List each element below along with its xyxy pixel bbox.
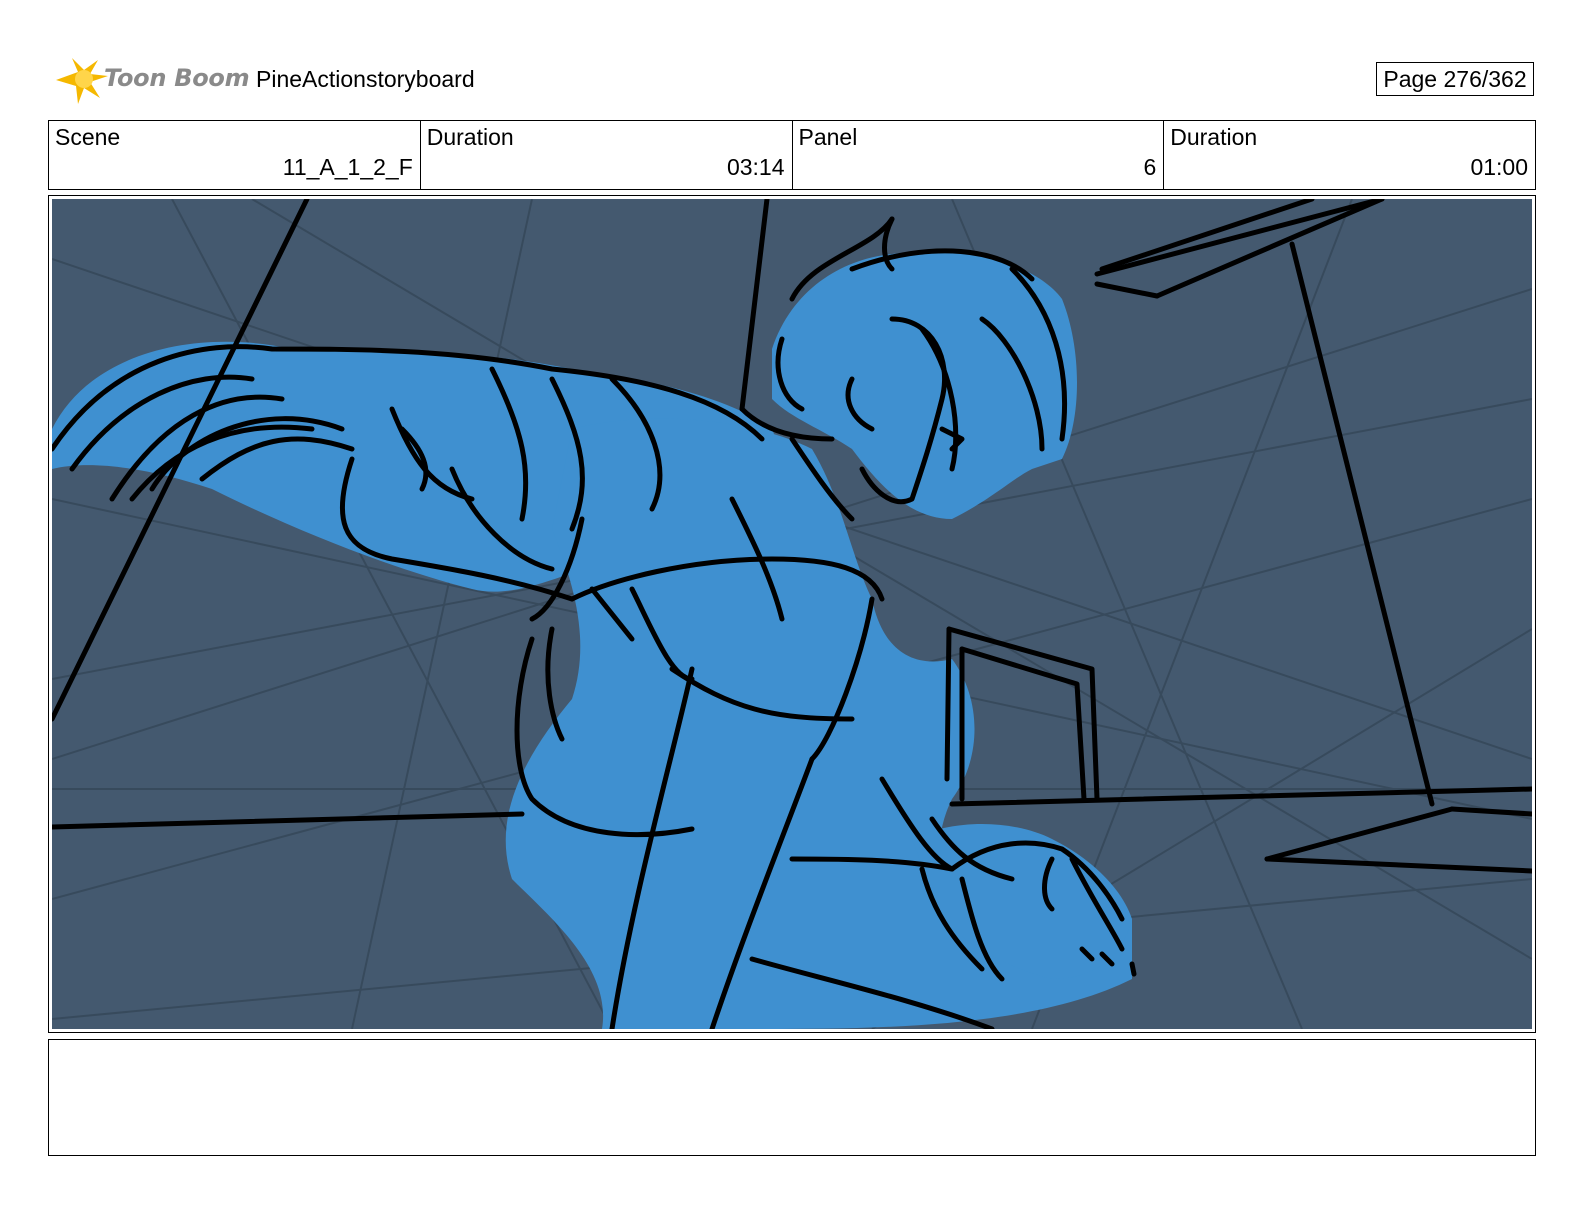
starburst-logo-icon <box>56 58 108 104</box>
storyboard-sketch <box>52 199 1532 1029</box>
scene-cell: Scene 11_A_1_2_F <box>49 121 421 189</box>
panel-value: 6 <box>1143 154 1157 180</box>
panel-label: Panel <box>798 124 858 150</box>
scene-duration-value: 03:14 <box>726 154 785 180</box>
panel-duration-value: 01:00 <box>1470 154 1528 180</box>
panel-cell: Panel 6 <box>793 121 1165 189</box>
logo-text: Toon Boom <box>104 64 250 92</box>
scene-value: 11_A_1_2_F <box>282 154 413 180</box>
panel-duration-cell: Duration 01:00 <box>1164 121 1535 189</box>
storyboard-panel-frame <box>48 195 1536 1033</box>
page-indicator: Page 276/362 <box>1376 62 1534 96</box>
scene-label: Scene <box>55 124 121 150</box>
panel-info-table: Scene 11_A_1_2_F Duration 03:14 Panel 6 … <box>48 120 1536 190</box>
panel-notes-box <box>48 1039 1536 1156</box>
storyboard-panel-image <box>52 199 1532 1029</box>
panel-duration-label: Duration <box>1170 124 1258 150</box>
project-title: PineActionstoryboard <box>256 66 475 92</box>
scene-duration-cell: Duration 03:14 <box>421 121 793 189</box>
toon-boom-logo: Toon Boom <box>50 54 250 106</box>
scene-duration-label: Duration <box>426 124 514 150</box>
